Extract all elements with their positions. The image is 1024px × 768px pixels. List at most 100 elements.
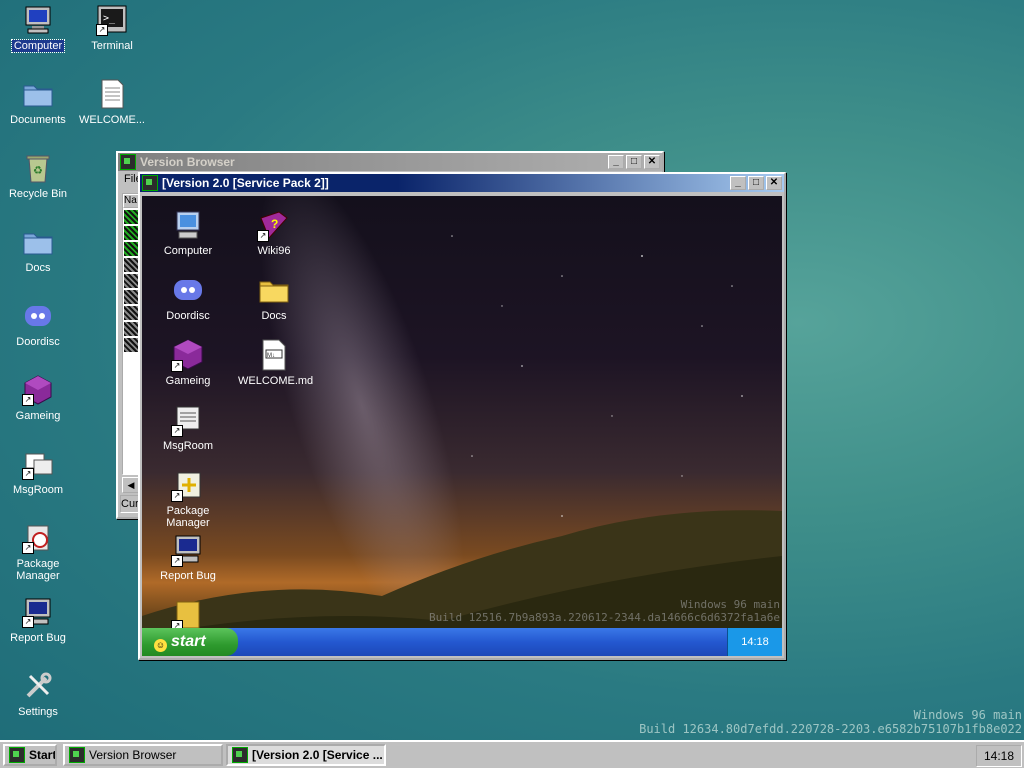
vm-titlebar[interactable]: [Version 2.0 [Service Pack 2]] _ □ ✕ bbox=[140, 174, 784, 192]
system-tray-clock[interactable]: 14:18 bbox=[976, 745, 1022, 767]
start-label: Start bbox=[29, 748, 57, 762]
svg-text:♻: ♻ bbox=[33, 165, 43, 177]
vm-icon-computer[interactable]: Computer bbox=[150, 208, 226, 257]
vm-start-label: start bbox=[171, 633, 206, 650]
list-item-icons bbox=[123, 210, 139, 352]
desktop-icon-label: Terminal bbox=[91, 40, 133, 52]
desktop-icon-docs[interactable]: Docs bbox=[1, 226, 75, 274]
doordisc-icon bbox=[171, 273, 205, 307]
window-title: Version Browser bbox=[140, 155, 235, 169]
desktop-icon-terminal[interactable]: >_ ↗ Terminal bbox=[75, 4, 149, 52]
cube-icon: ↗ bbox=[171, 338, 205, 372]
vm-icon-docs[interactable]: Docs bbox=[236, 273, 312, 322]
text-file-icon bbox=[96, 78, 128, 110]
vm-icon-msgroom[interactable]: ↗ MsgRoom bbox=[150, 403, 226, 452]
desktop-icon-label: Report Bug bbox=[10, 632, 66, 644]
vm-screen[interactable]: Computer ? ↗ Wiki96 Doordisc Docs ↗ Gamei… bbox=[142, 196, 782, 656]
folder-icon bbox=[257, 273, 291, 307]
vm-icon-label: Gameing bbox=[165, 375, 211, 387]
close-button[interactable]: ✕ bbox=[766, 176, 782, 190]
watermark-line-1: Windows 96 main bbox=[913, 708, 1022, 722]
watermark-line-1: Windows 96 main bbox=[680, 598, 780, 611]
minimize-button[interactable]: _ bbox=[730, 176, 746, 190]
vm-icon-label: MsgRoom bbox=[162, 440, 214, 452]
desktop-icon-label: Documents bbox=[10, 114, 66, 126]
vm-icon-label: Computer bbox=[163, 245, 213, 257]
desktop-icon-welcome[interactable]: WELCOME... bbox=[75, 78, 149, 126]
vm-build-watermark: Windows 96 main Build 12516.7b9a893a.220… bbox=[429, 598, 780, 624]
column-header[interactable]: Na bbox=[123, 194, 139, 208]
app-icon bbox=[232, 747, 248, 763]
doordisc-icon bbox=[22, 300, 54, 332]
folder-icon bbox=[22, 226, 54, 258]
desktop-icon-label: MsgRoom bbox=[12, 484, 64, 496]
desktop-icon-settings[interactable]: Settings bbox=[1, 670, 75, 718]
folder-icon bbox=[22, 78, 54, 110]
window-title: [Version 2.0 [Service Pack 2]] bbox=[162, 176, 329, 190]
vm-icon-wiki96[interactable]: ? ↗ Wiki96 bbox=[236, 208, 312, 257]
desktop-icon-label: Computer bbox=[10, 39, 66, 53]
desktop-icon-label: WELCOME... bbox=[78, 114, 145, 126]
desktop-icon-label: Package Manager bbox=[16, 558, 60, 582]
desktop-icon-doordisc[interactable]: Doordisc bbox=[1, 300, 75, 348]
night-sky-wallpaper bbox=[142, 196, 782, 656]
svg-text:>_: >_ bbox=[103, 13, 116, 24]
chat-icon: ↗ bbox=[171, 403, 205, 437]
desktop-build-watermark: Windows 96 main Build 12634.80d7efdd.220… bbox=[639, 708, 1022, 736]
smiley-icon: ☺ bbox=[154, 639, 167, 652]
recycle-bin-icon: ♻ bbox=[22, 152, 54, 184]
vm-icon-gameing[interactable]: ↗ Gameing bbox=[150, 338, 226, 387]
monitor-icon: ↗ bbox=[22, 596, 54, 628]
vm-icon-welcome-md[interactable]: M↓ WELCOME.md bbox=[236, 338, 313, 387]
vm-icon-doordisc[interactable]: Doordisc bbox=[150, 273, 226, 322]
svg-text:M↓: M↓ bbox=[267, 353, 275, 359]
start-button[interactable]: Start bbox=[3, 744, 57, 766]
vm-icon-label: Doordisc bbox=[166, 310, 210, 322]
monitor-icon: ↗ bbox=[171, 533, 205, 567]
app-icon bbox=[142, 175, 158, 191]
desktop-icon-label: Recycle Bin bbox=[8, 188, 68, 200]
watermark-line-2: Build 12516.7b9a893a.220612-2344.da14666… bbox=[429, 611, 780, 624]
app-icon bbox=[69, 747, 85, 763]
desktop-icon-recycle-bin[interactable]: ♻ Recycle Bin bbox=[1, 152, 75, 200]
vm-start-button[interactable]: ☺ start bbox=[142, 628, 238, 656]
taskbar: Start Version Browser [Version 2.0 [Serv… bbox=[0, 740, 1024, 768]
vm-icon-report-bug[interactable]: ↗ Report Bug bbox=[150, 533, 226, 582]
vm-window[interactable]: [Version 2.0 [Service Pack 2]] _ □ ✕ Com… bbox=[138, 172, 786, 660]
desktop-icon-computer[interactable]: Computer bbox=[1, 4, 75, 53]
desktop-icon-msgroom[interactable]: ↗ MsgRoom bbox=[1, 448, 75, 496]
desktop-icon-documents[interactable]: Documents bbox=[1, 78, 75, 126]
desktop-icon-package-manager[interactable]: ↗ Package Manager bbox=[1, 522, 75, 582]
vm-icon-label: Wiki96 bbox=[257, 245, 291, 257]
folder-icon: ↗ bbox=[171, 598, 205, 632]
vm-icon-label: Docs bbox=[261, 310, 287, 322]
markdown-file-icon: M↓ bbox=[257, 338, 291, 372]
computer-icon bbox=[22, 4, 54, 36]
watermark-line-2: Build 12634.80d7efdd.220728-2203.e6582b7… bbox=[639, 722, 1022, 736]
taskbar-item-vm[interactable]: [Version 2.0 [Service ... bbox=[226, 744, 386, 766]
vm-clock[interactable]: 14:18 bbox=[727, 628, 782, 656]
desktop-icon-label: Doordisc bbox=[16, 336, 60, 348]
package-icon: ↗ bbox=[171, 468, 205, 502]
cube-icon: ↗ bbox=[22, 374, 54, 406]
taskbar-item-label: [Version 2.0 [Service ... bbox=[252, 748, 383, 762]
help-book-icon: ? ↗ bbox=[257, 208, 291, 242]
app-icon bbox=[120, 154, 136, 170]
package-icon: ↗ bbox=[22, 522, 54, 554]
settings-icon bbox=[22, 670, 54, 702]
close-button[interactable]: ✕ bbox=[644, 155, 660, 169]
chat-icon: ↗ bbox=[22, 448, 54, 480]
taskbar-item-version-browser[interactable]: Version Browser bbox=[63, 744, 223, 766]
desktop-icon-report-bug[interactable]: ↗ Report Bug bbox=[1, 596, 75, 644]
desktop-icon-gameing[interactable]: ↗ Gameing bbox=[1, 374, 75, 422]
vm-icon-package-manager[interactable]: ↗ Package Manager bbox=[150, 468, 226, 529]
desktop-icon-label: Settings bbox=[18, 706, 58, 718]
version-browser-titlebar[interactable]: Version Browser _ □ ✕ bbox=[118, 153, 662, 171]
status-bar: Cur bbox=[120, 495, 140, 513]
minimize-button[interactable]: _ bbox=[608, 155, 624, 169]
maximize-button[interactable]: □ bbox=[748, 176, 764, 190]
svg-text:?: ? bbox=[271, 217, 278, 231]
maximize-button[interactable]: □ bbox=[626, 155, 642, 169]
vm-icon-label: Report Bug bbox=[160, 570, 216, 582]
computer-icon bbox=[171, 208, 205, 242]
